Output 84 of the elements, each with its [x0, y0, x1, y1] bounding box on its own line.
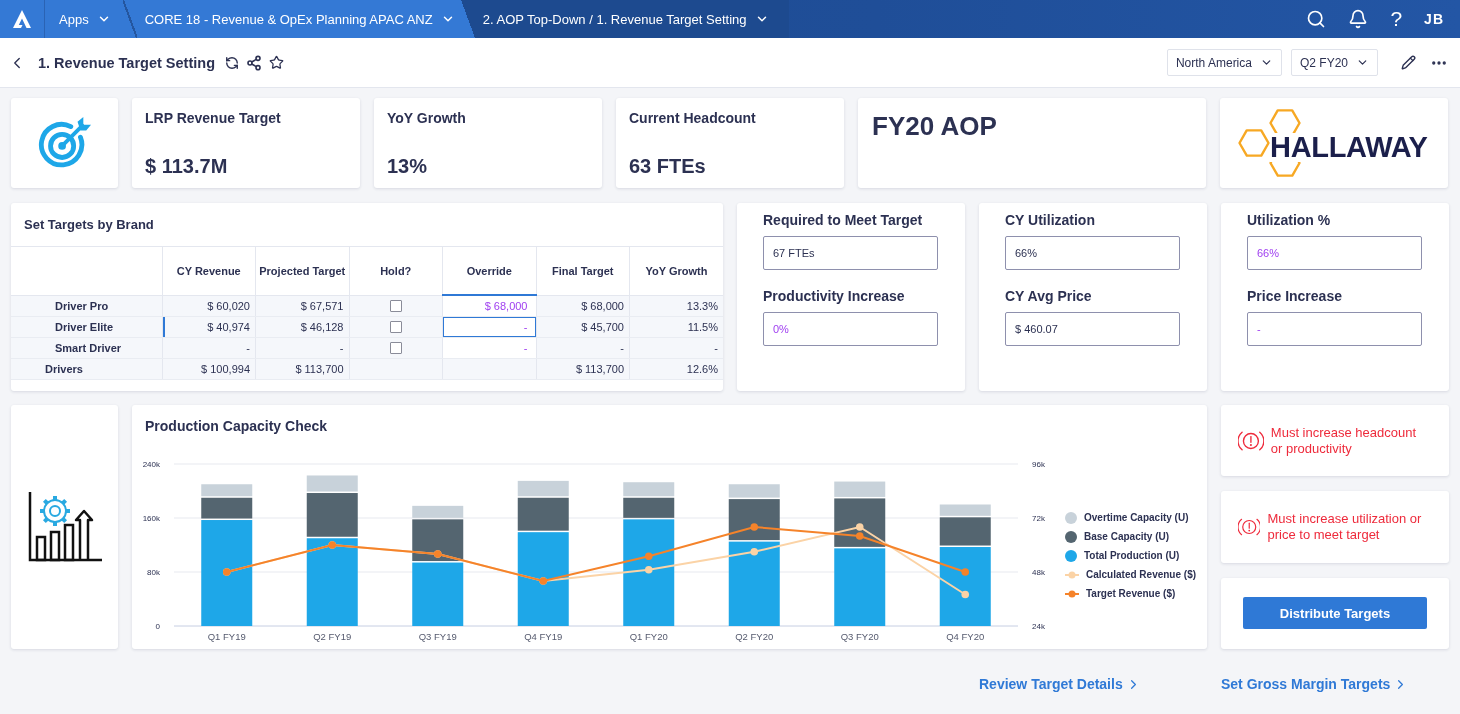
column-header[interactable]: CY Revenue: [162, 247, 256, 295]
legend-label: Overtime Capacity (U): [1084, 512, 1189, 524]
line-point: [961, 568, 970, 576]
field-label: Required to Meet Target: [763, 211, 924, 230]
input-field[interactable]: -: [1247, 312, 1422, 346]
legend-label: Total Production (U): [1084, 550, 1180, 562]
filter-dropdown[interactable]: North America: [1166, 49, 1282, 76]
axis-label: 24k: [1032, 622, 1045, 631]
field-label: Price Increase: [1247, 287, 1343, 306]
column-header[interactable]: Projected Target: [255, 247, 349, 295]
card-title: Set Targets by Brand: [24, 217, 154, 232]
user-initials[interactable]: JB: [1424, 11, 1444, 27]
line-point: [644, 565, 653, 574]
axis-label: 240k: [142, 460, 160, 469]
logo-icon[interactable]: [12, 9, 32, 29]
axis-label: Q4 FY19: [524, 631, 563, 642]
input-field[interactable]: 67 FTEs: [763, 236, 938, 270]
input-field[interactable]: $ 460.07: [1005, 312, 1180, 346]
axis-label: Q2 FY20: [735, 631, 774, 642]
axis-label: Q4 FY20: [946, 631, 985, 642]
column-header[interactable]: Final Target: [536, 247, 630, 295]
axis-label: Q3 FY20: [840, 631, 879, 642]
refresh-icon[interactable]: [225, 55, 239, 70]
search-icon[interactable]: [1306, 9, 1327, 29]
line-point: [961, 590, 970, 599]
kpi-value: 13%: [387, 154, 429, 178]
breadcrumb[interactable]: 2. AOP Top-Down / 1. Revenue Target Setting: [474, 0, 789, 38]
target-icon: [37, 116, 92, 170]
kpi-label: LRP Revenue Target: [145, 109, 282, 127]
line-point: [644, 552, 653, 561]
line-point: [750, 547, 759, 556]
axis-label: Q1 FY20: [629, 631, 668, 642]
axis-label: 160k: [142, 514, 160, 523]
row-label: Drivers: [11, 358, 162, 379]
field-label: CY Avg Price: [1005, 287, 1093, 306]
breadcrumb[interactable]: Apps: [45, 0, 137, 38]
row-label: Driver Pro: [11, 295, 162, 316]
breadcrumb[interactable]: CORE 18 - Revenue & OpEx Planning APAC ANZ: [136, 0, 475, 38]
alert-message: Must increase utilization or price to meet target: [1267, 511, 1423, 543]
bell-icon[interactable]: [1348, 9, 1369, 29]
page-title: 1. Revenue Target Setting: [38, 54, 215, 71]
growth-chart-icon: [26, 491, 103, 563]
axis-label: 48k: [1032, 568, 1045, 577]
logo-tile[interactable]: [0, 0, 45, 38]
kpi-value: $ 113.7M: [145, 154, 229, 178]
field-label: Productivity Increase: [763, 287, 906, 306]
field-label: CY Utilization: [1005, 211, 1096, 230]
axis-label: 0: [155, 622, 160, 631]
footer-link[interactable]: Set Gross Margin Targets: [1221, 675, 1409, 693]
column-header[interactable]: YoY Growth: [629, 247, 723, 295]
kpi-value: 63 FTEs: [629, 154, 707, 178]
star-icon[interactable]: [269, 55, 284, 70]
field-label: Utilization %: [1247, 211, 1332, 230]
input-field[interactable]: 0%: [763, 312, 938, 346]
column-header[interactable]: Hold?: [349, 247, 443, 295]
chart-title: Production Capacity Check: [144, 417, 329, 435]
checkbox[interactable]: [389, 342, 402, 355]
axis-label: Q2 FY19: [313, 631, 352, 642]
axis-label: Q1 FY19: [207, 631, 246, 642]
row-label: Smart Driver: [11, 337, 162, 358]
axis-label: 72k: [1032, 514, 1045, 523]
pencil-icon[interactable]: [1401, 55, 1416, 70]
axis-label: 96k: [1032, 460, 1045, 469]
legend-label: Calculated Revenue ($): [1086, 569, 1197, 581]
axis-label: 80k: [147, 568, 160, 577]
distribute-button[interactable]: Distribute Targets: [1243, 597, 1427, 630]
legend-label: Target Revenue ($): [1086, 588, 1176, 600]
kpi-label: YoY Growth: [387, 109, 467, 127]
plan-title: FY20 AOP: [872, 111, 998, 141]
checkbox[interactable]: [389, 321, 402, 334]
footer-link[interactable]: Review Target Details: [979, 675, 1141, 693]
filter-dropdown[interactable]: Q2 FY20: [1290, 49, 1378, 76]
line-point: [750, 523, 759, 531]
help-button[interactable]: ?: [1390, 8, 1403, 30]
kpi-label: Current Headcount: [629, 109, 757, 127]
legend-label: Base Capacity (U): [1084, 531, 1170, 543]
alert-message: Must increase headcount or productivity: [1270, 424, 1418, 457]
axis-label: Q3 FY19: [418, 631, 457, 642]
checkbox[interactable]: [389, 300, 402, 313]
input-field[interactable]: 66%: [1247, 236, 1422, 270]
row-label: Driver Elite: [11, 316, 162, 337]
share-icon[interactable]: [246, 54, 262, 71]
input-field[interactable]: 66%: [1005, 236, 1180, 270]
company-logo-text: HALLAWAY: [1270, 132, 1428, 162]
